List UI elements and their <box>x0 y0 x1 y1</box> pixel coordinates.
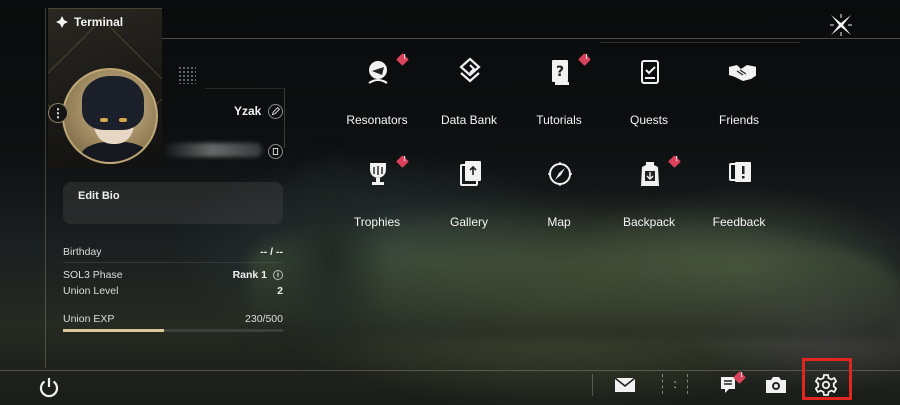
menu-item-friends[interactable]: Friends <box>694 55 784 135</box>
exp-value: 230/500 <box>245 313 283 325</box>
menu-item-label: Data Bank <box>440 113 498 127</box>
menu-item-tutorials[interactable]: ? Tutorials <box>514 53 604 135</box>
camera-button[interactable] <box>762 374 790 396</box>
more-options-button[interactable]: : <box>662 374 688 394</box>
mail-icon <box>614 377 636 392</box>
info-icon[interactable]: i <box>273 270 283 280</box>
resonators-icon <box>368 61 388 84</box>
notification-badge <box>396 155 409 168</box>
avatar-options-button[interactable]: ⋮ <box>48 103 68 123</box>
map-icon <box>548 162 572 186</box>
menu-item-data-bank[interactable]: Data Bank <box>424 55 514 135</box>
top-divider <box>160 38 900 39</box>
backpack-icon <box>641 162 659 186</box>
stat-label: Birthday <box>63 246 102 258</box>
feedback-icon <box>729 162 751 182</box>
exp-progress-bar <box>63 329 283 332</box>
stat-sol3-phase: SOL3 Phase Rank 1 i <box>63 267 283 283</box>
menu-item-label: Trophies <box>353 215 401 229</box>
avatar[interactable] <box>62 68 158 164</box>
menu-item-feedback[interactable]: Feedback <box>694 157 784 237</box>
window-title: Terminal <box>56 15 123 29</box>
menu-item-label: Backpack <box>622 215 676 229</box>
gallery-icon <box>460 161 481 186</box>
menu-item-label: Map <box>547 215 571 229</box>
notes-button[interactable] <box>714 371 746 396</box>
trophies-icon <box>370 163 386 185</box>
quests-icon <box>641 60 659 84</box>
stat-label: SOL3 Phase <box>63 269 123 281</box>
stat-value: Rank 1 <box>232 269 267 281</box>
stat-union-level: Union Level 2 <box>63 283 283 299</box>
exp-progress-fill <box>63 329 165 332</box>
top-divider-accent <box>600 42 800 43</box>
menu-item-resonators[interactable]: Resonators <box>332 53 422 135</box>
menu-item-map[interactable]: Map <box>514 157 604 237</box>
dot-grid-decoration <box>178 66 196 84</box>
menu-item-label: Resonators <box>346 113 408 127</box>
notification-badge <box>396 53 409 66</box>
power-icon[interactable] <box>38 376 60 398</box>
menu-item-label: Tutorials <box>536 113 582 127</box>
terminal-icon <box>56 16 68 28</box>
settings-highlight-box <box>802 358 852 400</box>
stat-birthday: Birthday -- / -- <box>63 244 283 260</box>
window-title-label: Terminal <box>74 15 124 29</box>
stat-union-exp: Union EXP 230/500 <box>63 311 283 327</box>
left-panel-border <box>45 8 46 368</box>
menu-item-gallery[interactable]: Gallery <box>424 157 514 237</box>
player-uid-blurred <box>162 143 262 157</box>
close-icon[interactable] <box>828 12 854 38</box>
menu-item-backpack[interactable]: Backpack <box>604 155 694 237</box>
menu-item-label: Gallery <box>449 215 488 229</box>
svg-text:?: ? <box>556 64 564 80</box>
menu-item-quests[interactable]: Quests <box>604 55 694 135</box>
stat-value: 2 <box>277 285 283 297</box>
menu-item-label: Quests <box>629 113 668 127</box>
menu-item-trophies[interactable]: Trophies <box>332 155 422 237</box>
copy-uid-icon[interactable] <box>268 144 283 159</box>
stat-label: Union EXP <box>63 313 115 325</box>
tutorials-icon: ? <box>552 60 569 85</box>
notification-badge <box>668 155 681 168</box>
stat-label: Union Level <box>63 285 119 297</box>
bottom-divider <box>0 370 900 371</box>
edit-bio-button[interactable]: Edit Bio <box>63 182 283 224</box>
notification-badge <box>578 53 591 66</box>
rename-icon[interactable] <box>268 104 283 119</box>
camera-icon <box>766 377 786 393</box>
bottom-separator <box>592 374 593 396</box>
friends-icon <box>729 65 756 81</box>
player-name: Yzak <box>234 104 262 118</box>
profile-stats: Birthday -- / -- SOL3 Phase Rank 1 i Uni… <box>63 244 283 332</box>
menu-item-label: Feedback <box>712 215 766 229</box>
menu-item-label: Friends <box>718 113 759 127</box>
stat-value: -- / -- <box>260 246 283 258</box>
mail-button[interactable] <box>611 374 639 396</box>
data-bank-icon <box>459 57 481 83</box>
